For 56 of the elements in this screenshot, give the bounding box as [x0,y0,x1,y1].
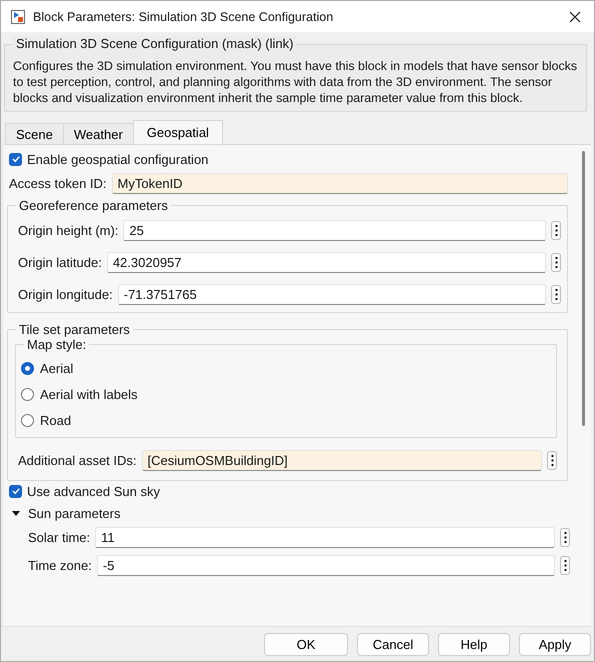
group-title: Tile set parameters [16,322,133,337]
radio-button[interactable] [21,362,34,374]
vertical-dots-icon [554,288,558,300]
input-field[interactable]: MyTokenID [112,172,568,194]
more-button[interactable] [560,556,570,574]
field-label: Time zone: [28,558,92,572]
dialog-button[interactable]: Cancel [357,632,429,656]
expanded-triangle-icon[interactable] [11,508,21,518]
checkbox-label: Use advanced Sun sky [27,484,160,498]
checkbox[interactable] [9,484,22,498]
description-text: Configures the 3D simulation environment. You must have this block in models that have sensor blocks to test perception, control, and planning algorithms with data from the 3D environment. The sensor blocks and visualization environment inherit the sample time parameter value from this block. [13,58,578,106]
group-title: Simulation 3D Scene Configuration (mask) (link) [13,36,296,51]
field-label: Solar time: [28,530,90,544]
more-button[interactable] [551,284,561,304]
section-label: Sun parameters [28,506,120,520]
group-title: Georeference parameters [16,198,171,213]
vertical-dots-icon [564,532,566,542]
field-label: Origin height (m): [18,222,118,238]
input-field[interactable]: [CesiumOSMBuildingID] [142,450,542,470]
dialog-button[interactable]: Apply [519,632,591,656]
field-label: Origin longitude: [18,286,113,302]
tab[interactable]: Weather [62,123,134,144]
close-icon [569,10,581,22]
radio-label: Road [40,412,72,428]
field-label: Access token ID: [9,176,107,190]
dialog-button[interactable]: Help [438,632,510,656]
window-title: Block Parameters: Simulation 3D Scene Configuration [33,10,334,24]
more-button[interactable] [560,528,570,546]
tab[interactable]: Scene [5,123,64,144]
input-field[interactable]: 25 [123,220,546,240]
group-title: Map style: [24,337,90,352]
checkbox-label: Enable geospatial configuration [27,152,208,166]
vertical-dots-icon [554,224,558,236]
input-field[interactable]: 11 [95,526,555,548]
vertical-dots-icon [554,256,558,268]
input-field[interactable]: 42.3020957 [106,252,546,272]
more-button[interactable] [551,220,561,240]
field-label: Additional asset IDs: [18,452,137,468]
radio-label: Aerial [40,360,74,376]
field-label: Origin latitude: [18,254,102,270]
vertical-dots-icon [550,454,554,466]
radio-button[interactable] [21,414,34,426]
tab[interactable]: Geospatial [132,120,223,144]
scrollbar[interactable] [582,151,585,426]
radio-button[interactable] [21,388,34,400]
checkbox[interactable] [9,152,22,166]
radio-label: Aerial with labels [40,386,138,402]
check-icon [10,486,20,496]
more-button[interactable] [551,252,561,272]
vertical-dots-icon [564,560,566,570]
input-field[interactable]: -5 [96,554,555,576]
input-field[interactable]: -71.3751765 [118,284,546,304]
dialog-button[interactable]: OK [264,632,348,656]
more-button[interactable] [547,450,557,470]
block-icon [10,8,26,24]
check-icon [10,154,20,164]
